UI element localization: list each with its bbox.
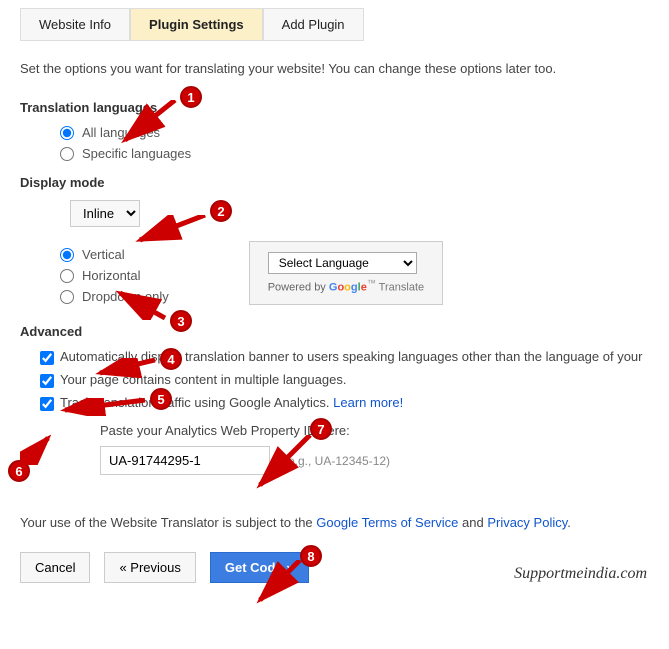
cancel-button[interactable]: Cancel (20, 552, 90, 583)
check-track-analytics[interactable] (40, 397, 54, 411)
watermark: Supportmeindia.com (514, 565, 647, 583)
section-advanced: Advanced (20, 324, 649, 339)
tab-add-plugin[interactable]: Add Plugin (263, 8, 364, 41)
radio-specific-languages-label: Specific languages (82, 146, 191, 161)
intro-text: Set the options you want for translating… (20, 61, 649, 76)
powered-by-text: Powered by Google™ Translate (268, 278, 424, 294)
tab-website-info[interactable]: Website Info (20, 8, 130, 41)
radio-horizontal-label: Horizontal (82, 268, 141, 283)
analytics-id-input[interactable] (100, 446, 270, 475)
tab-plugin-settings[interactable]: Plugin Settings (130, 8, 263, 41)
terms-text: Your use of the Website Translator is su… (20, 515, 649, 530)
arrow-icon (255, 435, 315, 490)
section-display-mode: Display mode (20, 175, 649, 190)
arrow-icon (20, 435, 55, 465)
annotation-badge-5: 5 (150, 388, 172, 410)
arrow-icon (120, 100, 180, 145)
tos-link[interactable]: Google Terms of Service (316, 515, 458, 530)
radio-vertical-label: Vertical (82, 247, 125, 262)
check-multi-lang[interactable] (40, 374, 54, 388)
check-auto-banner[interactable] (40, 351, 54, 365)
arrow-icon (135, 215, 210, 245)
preview-language-select[interactable]: Select Language (268, 252, 417, 274)
previous-button[interactable]: « Previous (104, 552, 195, 583)
radio-specific-languages[interactable] (60, 147, 74, 161)
display-mode-select[interactable]: Inline (70, 200, 140, 227)
learn-more-link[interactable]: Learn more! (333, 395, 403, 410)
analytics-label: Paste your Analytics Web Property ID her… (100, 423, 649, 438)
section-translation-languages: Translation languages (20, 100, 649, 115)
arrow-icon (255, 560, 305, 605)
annotation-badge-4: 4 (160, 348, 182, 370)
arrow-icon (115, 290, 170, 320)
arrow-icon (95, 358, 160, 378)
breadcrumb-tabs: Website Info Plugin Settings Add Plugin (20, 8, 649, 41)
annotation-badge-2: 2 (210, 200, 232, 222)
radio-vertical[interactable] (60, 248, 74, 262)
arrow-icon (60, 398, 150, 416)
radio-horizontal[interactable] (60, 269, 74, 283)
annotation-badge-3: 3 (170, 310, 192, 332)
preview-widget: Select Language Powered by Google™ Trans… (249, 241, 443, 305)
privacy-link[interactable]: Privacy Policy (487, 515, 567, 530)
radio-dropdown-only[interactable] (60, 290, 74, 304)
annotation-badge-1: 1 (180, 86, 202, 108)
radio-all-languages[interactable] (60, 126, 74, 140)
